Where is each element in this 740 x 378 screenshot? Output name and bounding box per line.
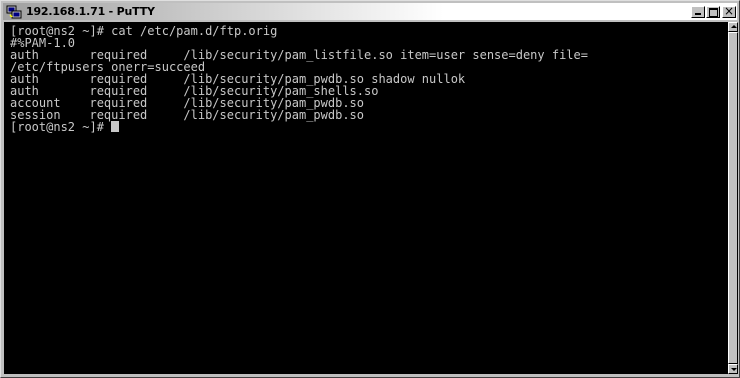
window-controls: × — [690, 3, 736, 18]
maximize-button[interactable] — [706, 5, 720, 18]
scroll-track[interactable] — [728, 32, 738, 364]
arrow-down-icon — [731, 368, 737, 371]
maximize-icon — [709, 7, 718, 17]
terminal-cursor — [111, 121, 120, 132]
vertical-scrollbar[interactable] — [728, 22, 738, 374]
scroll-down-button[interactable] — [728, 364, 738, 374]
minimize-button[interactable] — [691, 5, 705, 18]
window-title: 192.168.1.71 - PuTTY — [26, 5, 155, 18]
putty-window: 192.168.1.71 - PuTTY × [root@ns2 ~]# cat… — [0, 0, 740, 378]
close-button[interactable]: × — [722, 3, 736, 18]
scroll-thumb[interactable] — [728, 32, 738, 364]
close-icon: × — [723, 3, 735, 18]
scroll-up-button[interactable] — [728, 22, 738, 32]
terminal-prompt: [root@ns2 ~]# — [10, 120, 112, 134]
putty-computer-icon — [6, 5, 22, 18]
terminal-output: [root@ns2 ~]# cat /etc/pam.d/ftp.orig #%P… — [10, 25, 728, 121]
terminal-line: [root@ns2 ~]# cat /etc/pam.d/ftp.orig — [10, 24, 278, 38]
title-bar[interactable]: 192.168.1.71 - PuTTY × — [3, 3, 737, 20]
terminal-screen[interactable]: [root@ns2 ~]# cat /etc/pam.d/ftp.orig #%P… — [4, 22, 728, 374]
arrow-up-icon — [731, 25, 737, 28]
minimize-icon — [695, 12, 701, 15]
terminal-prompt-line: [root@ns2 ~]# — [10, 121, 728, 133]
terminal-line: session required /lib/security/pam_pwdb.… — [10, 108, 365, 122]
